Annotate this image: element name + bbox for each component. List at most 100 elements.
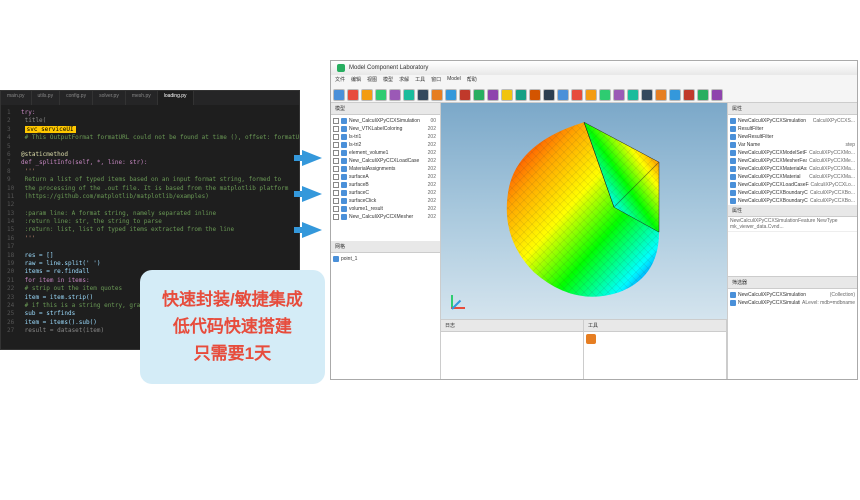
prop-val: ALevel: mdb=mdbname [802, 300, 855, 306]
tree-item[interactable]: ls-tri2202 [333, 141, 438, 149]
checkbox-icon[interactable] [333, 166, 339, 172]
tree-item[interactable]: ResultFilter [730, 125, 855, 133]
tree-item-label: volume1_result [349, 206, 383, 212]
toolbar-button[interactable] [571, 89, 583, 101]
tree-item[interactable]: NewResultFilter [730, 133, 855, 141]
menu-item[interactable]: 求解 [399, 76, 409, 86]
toolbar-button[interactable] [711, 89, 723, 101]
tree-item[interactable]: NewCalculiXPyCCXSimulation(Collection) [730, 291, 855, 299]
tree-item[interactable]: NewCalculiXPyCCXBoundaryConditionFeature… [730, 189, 855, 197]
editor-tab[interactable]: solver.py [93, 91, 126, 105]
tree-item[interactable]: MaterialAssignments202 [333, 165, 438, 173]
tree-item[interactable]: surfaceC202 [333, 189, 438, 197]
menu-item[interactable]: 视图 [367, 76, 377, 86]
tree-item-count: 202 [428, 174, 438, 180]
toolbar-button[interactable] [585, 89, 597, 101]
tree-item[interactable]: point_1 [333, 255, 438, 263]
toolbar-button[interactable] [417, 89, 429, 101]
checkbox-icon[interactable] [333, 142, 339, 148]
point-panel[interactable]: point_1 [331, 253, 440, 379]
checkbox-icon[interactable] [333, 158, 339, 164]
editor-tab[interactable]: mesh.py [126, 91, 158, 105]
menu-item[interactable]: 编辑 [351, 76, 361, 86]
toolbar-button[interactable] [543, 89, 555, 101]
log-panel: 日志 [441, 320, 584, 379]
tree-item[interactable]: ls-tri1202 [333, 133, 438, 141]
toolbar-button[interactable] [613, 89, 625, 101]
tree-item[interactable]: NewCalculiXPyCCXBoundaryConditionFeature… [730, 197, 855, 205]
menu-item[interactable]: 文件 [335, 76, 345, 86]
tree-item[interactable]: surfaceB202 [333, 181, 438, 189]
checkbox-icon[interactable] [333, 118, 339, 124]
tree-item[interactable]: NewCalculiXPyCCXSimulationFeatureALevel:… [730, 299, 855, 307]
toolbar-button[interactable] [445, 89, 457, 101]
editor-tab[interactable]: utils.py [32, 91, 61, 105]
model-tree[interactable]: New_CalculiXPyCCXSimulation00New_VTKLabe… [331, 115, 440, 241]
toolbar-button[interactable] [557, 89, 569, 101]
toolbar-button[interactable] [669, 89, 681, 101]
toolbar[interactable] [331, 87, 857, 103]
tree-item[interactable]: NewCalculiXPyCCXMesherFeatureCalculiXPyC… [730, 157, 855, 165]
toolbar-button[interactable] [529, 89, 541, 101]
toolbar-button[interactable] [515, 89, 527, 101]
checkbox-icon[interactable] [333, 150, 339, 156]
toolbar-button[interactable] [487, 89, 499, 101]
toolbar-button[interactable] [459, 89, 471, 101]
toolbar-button[interactable] [473, 89, 485, 101]
tree-item[interactable]: New_CalculiXPyCCXMesher202 [333, 213, 438, 221]
toolbar-button[interactable] [641, 89, 653, 101]
editor-tab[interactable]: config.py [60, 91, 93, 105]
editor-tab[interactable]: loading.py [158, 91, 194, 105]
toolbar-button[interactable] [599, 89, 611, 101]
toolbar-button[interactable] [361, 89, 373, 101]
checkbox-icon[interactable] [333, 214, 339, 220]
toolbar-button[interactable] [431, 89, 443, 101]
menu-item[interactable]: 窗口 [431, 76, 441, 86]
tree-item[interactable]: NewCalculiXPyCCXLoadCaseFeatureCalculiXP… [730, 181, 855, 189]
checkbox-icon[interactable] [333, 206, 339, 212]
toolbar-button[interactable] [403, 89, 415, 101]
checkbox-icon[interactable] [333, 126, 339, 132]
tree-item[interactable]: volume1_result202 [333, 205, 438, 213]
props-panel[interactable]: NameNewCalculiXPyCCXSimulationFeature Ne… [728, 217, 857, 277]
menu-item[interactable]: Model [447, 76, 461, 86]
toolbar-button[interactable] [627, 89, 639, 101]
toolbar-button[interactable] [683, 89, 695, 101]
checkbox-icon[interactable] [333, 134, 339, 140]
toolbar-button[interactable] [347, 89, 359, 101]
toolbar-button[interactable] [333, 89, 345, 101]
tree-item[interactable]: surfaceClick202 [333, 197, 438, 205]
toolbar-button[interactable] [697, 89, 709, 101]
tree-item[interactable]: NewCalculiXPyCCXMaterialCalculiXPyCCXMa.… [730, 173, 855, 181]
tree-item[interactable]: NewCalculiXPyCCXSimulationCalculiXPyCCXS… [730, 117, 855, 125]
tool-icon[interactable] [586, 334, 596, 344]
tree-item[interactable]: surfaceA202 [333, 173, 438, 181]
prop-key: NewCalculiXPyCCXSimulation [738, 118, 811, 124]
tree-item[interactable]: New_VTKLabelColoring202 [333, 125, 438, 133]
toolbar-button[interactable] [375, 89, 387, 101]
toolbar-button[interactable] [655, 89, 667, 101]
tree-item[interactable]: element_volume1202 [333, 149, 438, 157]
feature-tree[interactable]: NewCalculiXPyCCXSimulationCalculiXPyCCXS… [728, 115, 857, 205]
tree-item[interactable]: Var Namestep [730, 141, 855, 149]
tree-item[interactable]: New_CalculiXPyCCXLoadCase202 [333, 157, 438, 165]
prop-val: step [846, 142, 855, 148]
tree-item[interactable]: NewCalculiXPyCCXMaterialAssignmentFeatur… [730, 165, 855, 173]
tree-item[interactable]: New_CalculiXPyCCXSimulation00 [333, 117, 438, 125]
menu-item[interactable]: 帮助 [467, 76, 477, 86]
checkbox-icon[interactable] [333, 190, 339, 196]
menu-item[interactable]: 工具 [415, 76, 425, 86]
collection-header: 筛选器 [728, 277, 857, 289]
menu-bar[interactable]: 文件编辑视图模型求解工具窗口 Model 帮助 [331, 75, 857, 87]
tree-item[interactable]: NewCalculiXPyCCXModelSetFeatureCalculiXP… [730, 149, 855, 157]
3d-viewport[interactable] [441, 103, 727, 319]
toolbar-button[interactable] [501, 89, 513, 101]
editor-tab[interactable]: main.py [1, 91, 32, 105]
toolbar-button[interactable] [389, 89, 401, 101]
checkbox-icon[interactable] [333, 174, 339, 180]
checkbox-icon[interactable] [333, 182, 339, 188]
collection-panel[interactable]: NewCalculiXPyCCXSimulation(Collection)Ne… [728, 289, 857, 379]
checkbox-icon[interactable] [333, 198, 339, 204]
prop-row[interactable]: NameNewCalculiXPyCCXSimulationFeature Ne… [728, 217, 857, 232]
menu-item[interactable]: 模型 [383, 76, 393, 86]
